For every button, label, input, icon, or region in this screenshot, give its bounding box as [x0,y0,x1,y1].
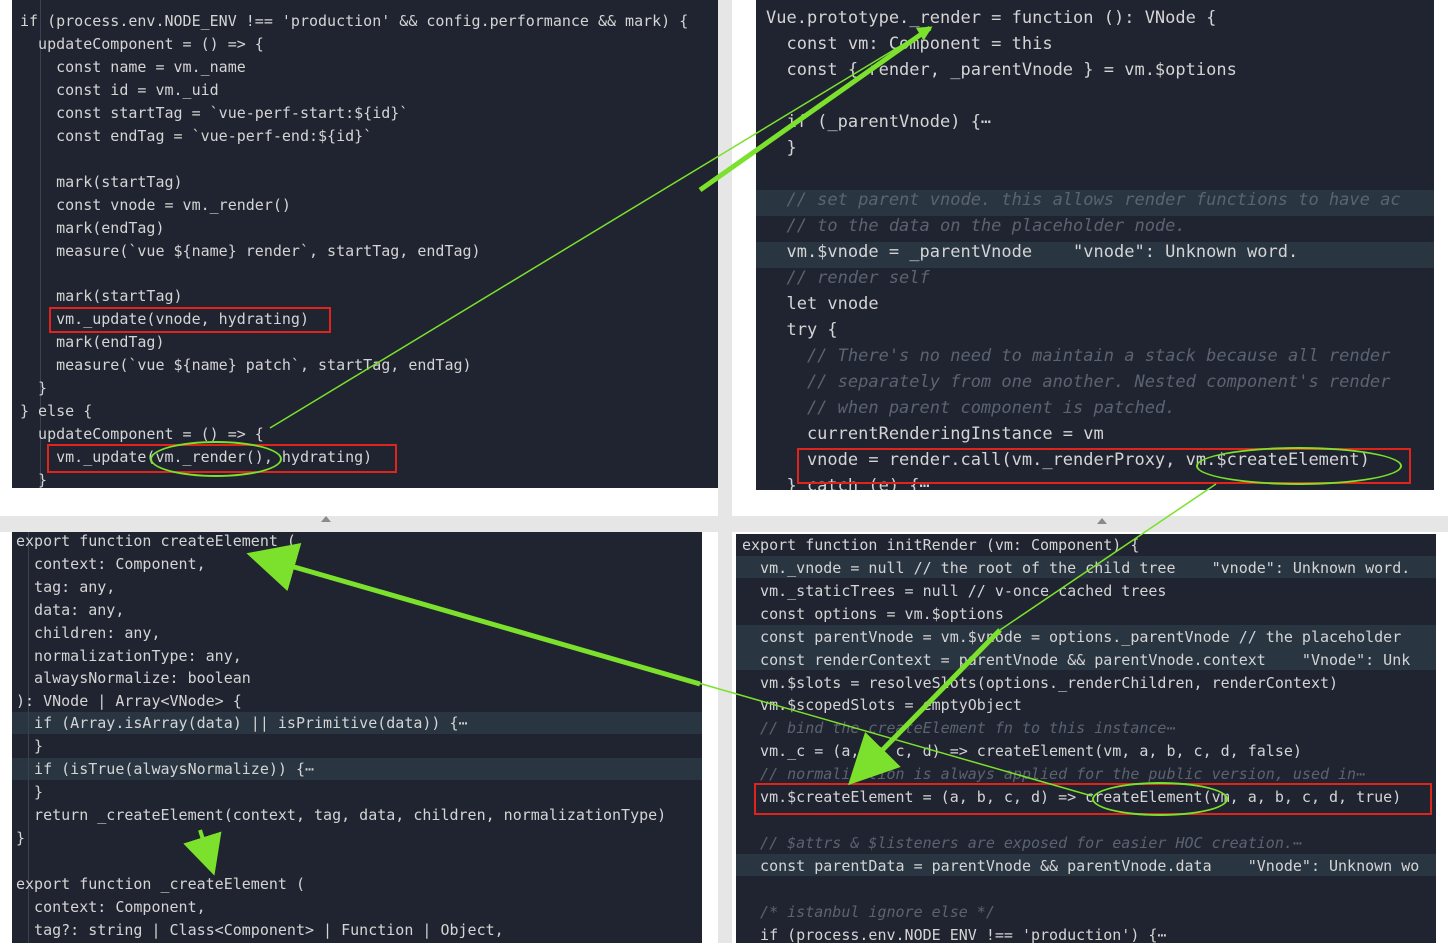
arrow-return-to-internal [183,829,222,876]
arrow-createElement-prop-to-init [999,483,1217,631]
arrow-render-to-prototype-render [269,26,933,429]
arrow-createElement-call-to-def-bold [246,543,701,687]
arrow-to-vm-createElement [848,628,1002,786]
arrow-render-to-prototype-render-bold [698,25,932,193]
annotation-arrows [183,25,1217,876]
